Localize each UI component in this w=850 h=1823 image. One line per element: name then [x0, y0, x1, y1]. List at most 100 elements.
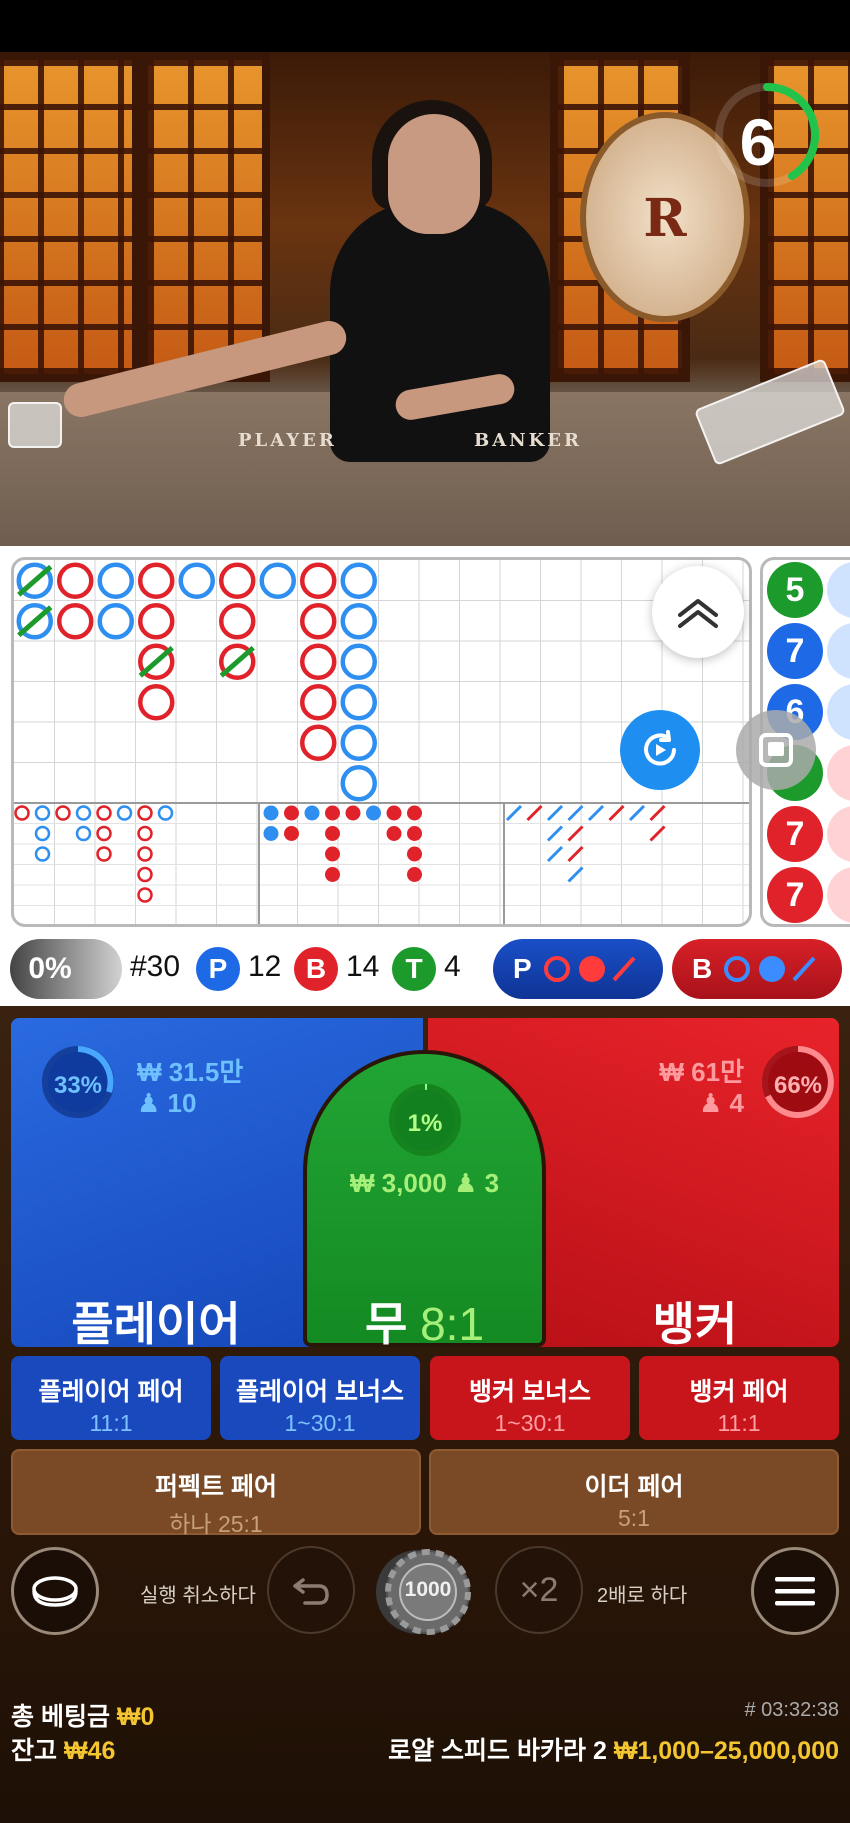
round-number: #30 — [130, 950, 181, 983]
undo-icon — [293, 1578, 329, 1605]
big-road-mark — [300, 603, 337, 640]
bead-road-mark — [827, 745, 850, 801]
table-name: 로얄 스피드 바카라 2 — [388, 1737, 607, 1765]
big-road-mark — [138, 562, 175, 599]
banker-pair-bet[interactable]: 뱅커 페어 11:1 — [639, 1356, 839, 1440]
menu-button[interactable] — [751, 1547, 839, 1635]
big-eye-road-mark — [116, 805, 133, 821]
big-road-mark — [97, 603, 134, 640]
big-eye-road-mark — [34, 805, 51, 821]
banker-predict-icons — [724, 956, 816, 982]
big-eye-road-mark — [137, 825, 153, 842]
dealer — [330, 202, 550, 462]
big-road-mark — [300, 724, 337, 761]
big-eye-road-mark — [55, 805, 71, 821]
small-road-mark — [263, 826, 279, 841]
big-road-mark — [138, 603, 175, 640]
big-road-mark — [340, 562, 377, 599]
table-info: 로얄 스피드 바카라 2 ₩1,000–25,000,000 — [388, 1731, 839, 1767]
big-eye-road-mark — [96, 805, 112, 821]
big-eye-road-mark — [96, 825, 112, 842]
banker-predict-letter: B — [692, 953, 713, 984]
cockroach-road-mark — [526, 804, 543, 822]
undo-label: 실행 취소하다 — [140, 1585, 256, 1607]
player-bet-amount: ₩ 31.5만 — [137, 1057, 244, 1087]
big-road-mark — [97, 562, 134, 599]
bead-road-mark — [827, 623, 850, 679]
chip-stack-icon — [32, 1576, 78, 1607]
background-lattice-left — [0, 52, 140, 382]
banker-predict-button[interactable]: B — [672, 939, 842, 999]
small-road-mark — [325, 805, 340, 821]
big-road-mark — [340, 603, 377, 640]
big-eye-road-mark — [137, 846, 153, 862]
big-eye-road-mark — [75, 805, 92, 821]
player-count-badge: P — [196, 947, 240, 991]
expand-road-button[interactable] — [652, 566, 744, 658]
total-bet: 총 베팅금 ₩0 — [11, 1697, 154, 1733]
small-road-mark — [325, 846, 340, 862]
tie-label: 무 8:1 — [364, 1298, 485, 1350]
big-road-mark — [219, 562, 256, 599]
status-bar — [0, 0, 850, 52]
big-eye-road-mark — [137, 805, 153, 821]
player-predict-icons — [543, 956, 636, 982]
player-predict-button[interactable]: P — [493, 939, 663, 999]
replay-button[interactable] — [620, 710, 700, 790]
cockroach-road-mark — [628, 804, 646, 822]
background-lattice-mid — [140, 52, 270, 382]
player-bonus-bet[interactable]: 플레이어 보너스 1~30:1 — [220, 1356, 420, 1440]
double-button[interactable]: ×2 — [495, 1546, 583, 1634]
player-bettor-count: ♟ 10 — [137, 1088, 197, 1118]
either-pair-bet[interactable]: 이더 페어 5:1 — [429, 1449, 839, 1535]
big-road-mark — [340, 765, 377, 802]
cockroach-road-mark — [567, 825, 584, 842]
picture-in-picture-button[interactable] — [736, 710, 816, 790]
bead-road-mark — [827, 806, 850, 862]
small-road-mark — [263, 805, 279, 821]
small-road-mark — [407, 867, 422, 882]
tie-bet-amount: ₩ 3,000 ♟ 3 — [349, 1168, 500, 1198]
total-bet-label: 총 베팅금 — [11, 1703, 110, 1731]
banker-bonus-bet[interactable]: 뱅커 보너스 1~30:1 — [430, 1356, 630, 1440]
big-road-mark — [219, 603, 256, 640]
big-road-mark — [340, 684, 377, 721]
bead-road-mark — [827, 867, 850, 923]
big-road-mark — [57, 562, 94, 599]
cockroach-road-mark — [546, 825, 564, 842]
big-road-mark — [138, 684, 175, 721]
small-road-mark — [386, 805, 402, 821]
banker-count-badge: B — [294, 947, 338, 991]
big-road-mark — [300, 562, 337, 599]
tie-count: 4 — [444, 950, 461, 983]
player-predict-letter: P — [513, 953, 532, 984]
big-road-mark — [57, 603, 94, 640]
total-bet-value: ₩0 — [116, 1703, 155, 1731]
undo-button[interactable] — [267, 1546, 355, 1634]
balance-value: ₩46 — [63, 1737, 116, 1765]
small-road-mark — [407, 826, 422, 841]
big-road-mark — [340, 643, 377, 680]
cockroach-road-mark — [587, 804, 605, 822]
big-eye-road-mark — [34, 825, 51, 842]
bead-road-mark — [827, 562, 850, 618]
perfect-pair-bet[interactable]: 퍼펙트 페어 하나 25:1 — [11, 1449, 421, 1537]
big-road-mark — [300, 643, 337, 680]
small-road-mark — [325, 867, 340, 882]
bead-road-mark: 5 — [767, 562, 823, 618]
small-road-mark — [386, 826, 402, 841]
tie-percent: 1% — [407, 1110, 443, 1137]
felt-banker-label: BANKER — [474, 430, 582, 451]
win-percentage-text: 0% — [28, 952, 72, 985]
bead-road-mark: 7 — [767, 806, 823, 862]
big-road-mark — [259, 562, 296, 599]
player-pair-bet[interactable]: 플레이어 페어 11:1 — [11, 1356, 211, 1440]
small-road-mark — [407, 805, 422, 821]
cockroach-road-mark — [546, 845, 564, 863]
cockroach-road-mark — [567, 866, 584, 883]
big-eye-road-mark — [137, 887, 153, 903]
banker-label: 뱅커 — [652, 1298, 738, 1350]
felt-player-label: PLAYER — [238, 430, 337, 451]
chevron-up-double-icon — [678, 599, 718, 628]
chat-button[interactable] — [11, 1547, 99, 1635]
